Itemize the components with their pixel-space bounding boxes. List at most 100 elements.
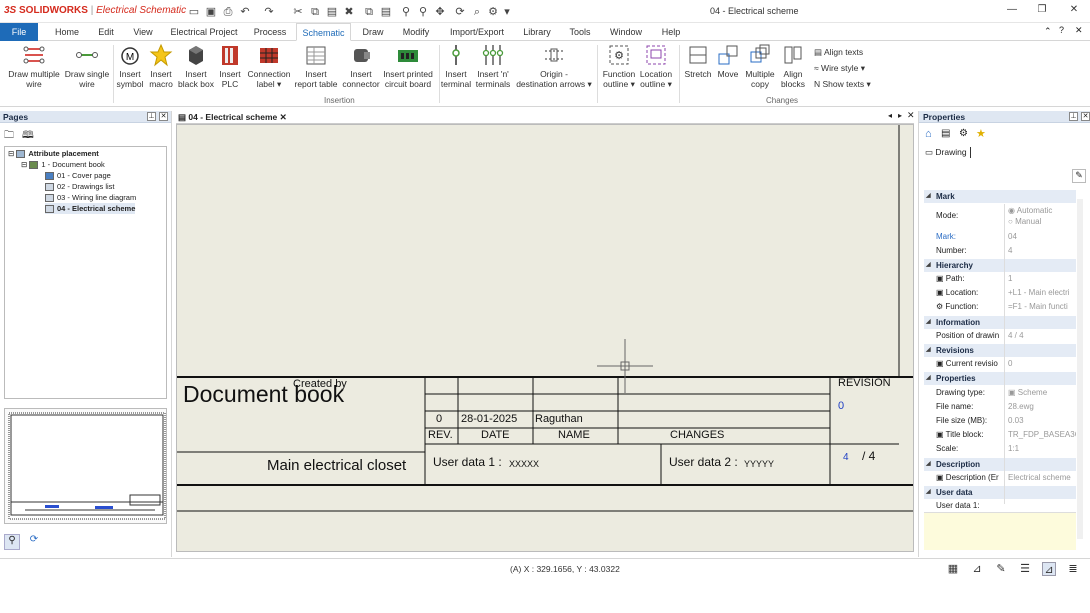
menu-library[interactable]: Library xyxy=(518,23,556,41)
path-value[interactable]: 1 xyxy=(1008,274,1076,283)
tab-electrical-scheme[interactable]: ▤ 04 - Electrical scheme ✕ xyxy=(178,112,287,123)
redo-icon[interactable]: ↷ xyxy=(262,5,276,19)
align-texts-button[interactable]: ▤ Align texts xyxy=(814,47,863,58)
undo-icon[interactable]: ↶ xyxy=(238,5,252,19)
insert-black-box-button[interactable]: Insert black box xyxy=(177,43,215,89)
location-outline-button[interactable]: Location outline ▾ xyxy=(636,43,676,89)
insert-report-table-button[interactable]: Insert report table xyxy=(292,43,340,89)
ortho-icon[interactable]: ⊿ xyxy=(970,562,984,576)
section-information[interactable]: Information xyxy=(924,316,1076,329)
tree-item-document-book[interactable]: ⊟ 1 - Document book xyxy=(21,159,105,170)
tab-bar-close-icon[interactable]: ✕ xyxy=(907,110,915,121)
menu-electrical-project[interactable]: Electrical Project xyxy=(166,23,242,41)
multiple-copy-button[interactable]: Multiple copy xyxy=(743,43,777,89)
tree-item-electrical-scheme[interactable]: 04 - Electrical scheme xyxy=(45,203,136,214)
folder-icon[interactable]: 🗀 xyxy=(4,128,14,145)
snap-icon[interactable]: ✎ xyxy=(994,562,1008,576)
tab-close-icon[interactable]: ✕ xyxy=(280,112,287,122)
close-doc-icon[interactable]: ✕ xyxy=(1075,25,1083,36)
delete-icon[interactable]: ✖ xyxy=(342,5,356,19)
location-value[interactable]: +L1 - Main electri xyxy=(1008,288,1076,297)
menu-modify[interactable]: Modify xyxy=(396,23,436,41)
preview-refresh-icon[interactable]: ⟳ xyxy=(26,534,42,550)
section-user-data[interactable]: User data xyxy=(924,486,1076,499)
mode-manual-radio[interactable]: ○ Manual xyxy=(1008,217,1076,226)
tree-item-attribute-placement[interactable]: ⊟ Attribute placement xyxy=(8,148,99,159)
connection-label-button[interactable]: Connection label ▾ xyxy=(245,43,293,89)
menu-edit[interactable]: Edit xyxy=(92,23,120,41)
section-properties[interactable]: Properties xyxy=(924,372,1076,385)
list-icon[interactable]: ▤ xyxy=(941,128,950,139)
insert-plc-button[interactable]: Insert PLC xyxy=(216,43,244,89)
tab-prev-icon[interactable]: ◂ xyxy=(888,111,892,120)
refresh-icon[interactable]: ⟳ xyxy=(453,5,467,19)
cut-icon[interactable]: ✂ xyxy=(291,5,305,19)
paste-page-icon[interactable]: ▤ xyxy=(379,5,393,19)
copy-icon[interactable]: ⧉ xyxy=(308,5,322,19)
title-block-value[interactable]: TR_FDP_BASEA3C xyxy=(1008,430,1076,439)
function-value[interactable]: =F1 - Main functi xyxy=(1008,302,1076,311)
mark-value[interactable]: 04 xyxy=(1008,232,1076,241)
drawing-tab[interactable]: ▭ Drawing xyxy=(925,147,971,158)
drawing-type-value[interactable]: ▣ Scheme xyxy=(1008,388,1076,397)
book-icon[interactable]: 🕮 xyxy=(22,128,34,145)
move-button[interactable]: Move xyxy=(714,43,742,80)
tree-item-cover-page[interactable]: 01 - Cover page xyxy=(45,170,111,181)
menu-import-export[interactable]: Import/Export xyxy=(444,23,510,41)
menu-schematic[interactable]: Schematic xyxy=(296,23,351,41)
customize-dropdown-icon[interactable]: ▾ xyxy=(500,5,514,19)
menu-help[interactable]: Help xyxy=(656,23,686,41)
search-icon[interactable]: ⌕ xyxy=(470,5,484,19)
section-mark[interactable]: Mark xyxy=(924,190,1076,203)
collapse-ribbon-icon[interactable]: ⌃ xyxy=(1044,26,1052,37)
show-texts-button[interactable]: N Show texts ▾ xyxy=(814,79,871,90)
properties-pin-icon[interactable]: ⊥ xyxy=(1069,112,1078,121)
panel-close-icon[interactable]: ✕ xyxy=(159,112,168,121)
insert-symbol-button[interactable]: M Insert symbol xyxy=(115,43,145,89)
favorite-star-icon[interactable]: ★ xyxy=(976,127,986,140)
menu-tools[interactable]: Tools xyxy=(564,23,596,41)
scale-value[interactable]: 1:1 xyxy=(1008,444,1076,453)
section-description[interactable]: Description xyxy=(924,458,1076,471)
grid-icon[interactable]: ▦ xyxy=(946,562,960,576)
draw-single-wire-button[interactable]: Draw single wire xyxy=(62,43,112,89)
paste-icon[interactable]: ▤ xyxy=(325,5,339,19)
menu-window[interactable]: Window xyxy=(604,23,648,41)
drawing-canvas[interactable]: Document book Created by 0 28-01-2025 Ra… xyxy=(176,124,914,552)
align-blocks-button[interactable]: Align blocks xyxy=(778,43,808,89)
mode-automatic-radio[interactable]: ◉ Automatic xyxy=(1008,206,1076,215)
save-icon[interactable]: ▣ xyxy=(204,5,218,19)
preview-zoom-icon[interactable]: ⚲ xyxy=(4,534,20,550)
layers-icon[interactable]: ≣ xyxy=(1066,562,1080,576)
menu-file[interactable]: File xyxy=(0,23,38,41)
edit-pencil-icon[interactable]: ✎ xyxy=(1072,169,1086,183)
gear-palette-icon[interactable]: ⚙ xyxy=(959,128,968,139)
minimize-icon[interactable]: — xyxy=(1003,4,1021,18)
restore-icon[interactable]: ❐ xyxy=(1033,4,1051,18)
zoom-fit-icon[interactable]: ⚲ xyxy=(416,5,430,19)
new-icon[interactable]: ▭ xyxy=(187,5,201,19)
menu-draw[interactable]: Draw xyxy=(356,23,390,41)
description-value[interactable]: Electrical scheme xyxy=(1008,473,1076,482)
tree-item-drawings-list[interactable]: 02 - Drawings list xyxy=(45,181,115,192)
properties-scrollbar[interactable] xyxy=(1077,199,1083,539)
help-icon[interactable]: ? xyxy=(1059,25,1064,35)
menu-view[interactable]: View xyxy=(128,23,158,41)
origin-destination-arrows-button[interactable]: Origin - destination arrows ▾ xyxy=(514,43,594,89)
pin-icon[interactable]: ⊥ xyxy=(147,112,156,121)
menu-home[interactable]: Home xyxy=(50,23,84,41)
stretch-button[interactable]: Stretch xyxy=(682,43,714,80)
tree-item-wiring-line-diagram[interactable]: 03 - Wiring line diagram xyxy=(45,192,136,203)
wire-style-button[interactable]: ≈ Wire style ▾ xyxy=(814,63,865,74)
insert-pcb-button[interactable]: Insert printed circuit board xyxy=(380,43,436,89)
close-icon[interactable]: ✕ xyxy=(1065,4,1083,18)
zoom-window-icon[interactable]: ⚲ xyxy=(399,5,413,19)
dynamic-input-icon[interactable]: ⊿ xyxy=(1042,562,1056,576)
insert-macro-button[interactable]: Insert macro xyxy=(147,43,175,89)
section-revisions[interactable]: Revisions xyxy=(924,344,1076,357)
menu-process[interactable]: Process xyxy=(250,23,290,41)
copy-page-icon[interactable]: ⧉ xyxy=(362,5,376,19)
settings-icon[interactable]: ⚙ xyxy=(486,5,500,19)
tab-next-icon[interactable]: ▸ xyxy=(898,111,902,120)
insert-n-terminals-button[interactable]: Insert 'n' terminals xyxy=(474,43,512,89)
